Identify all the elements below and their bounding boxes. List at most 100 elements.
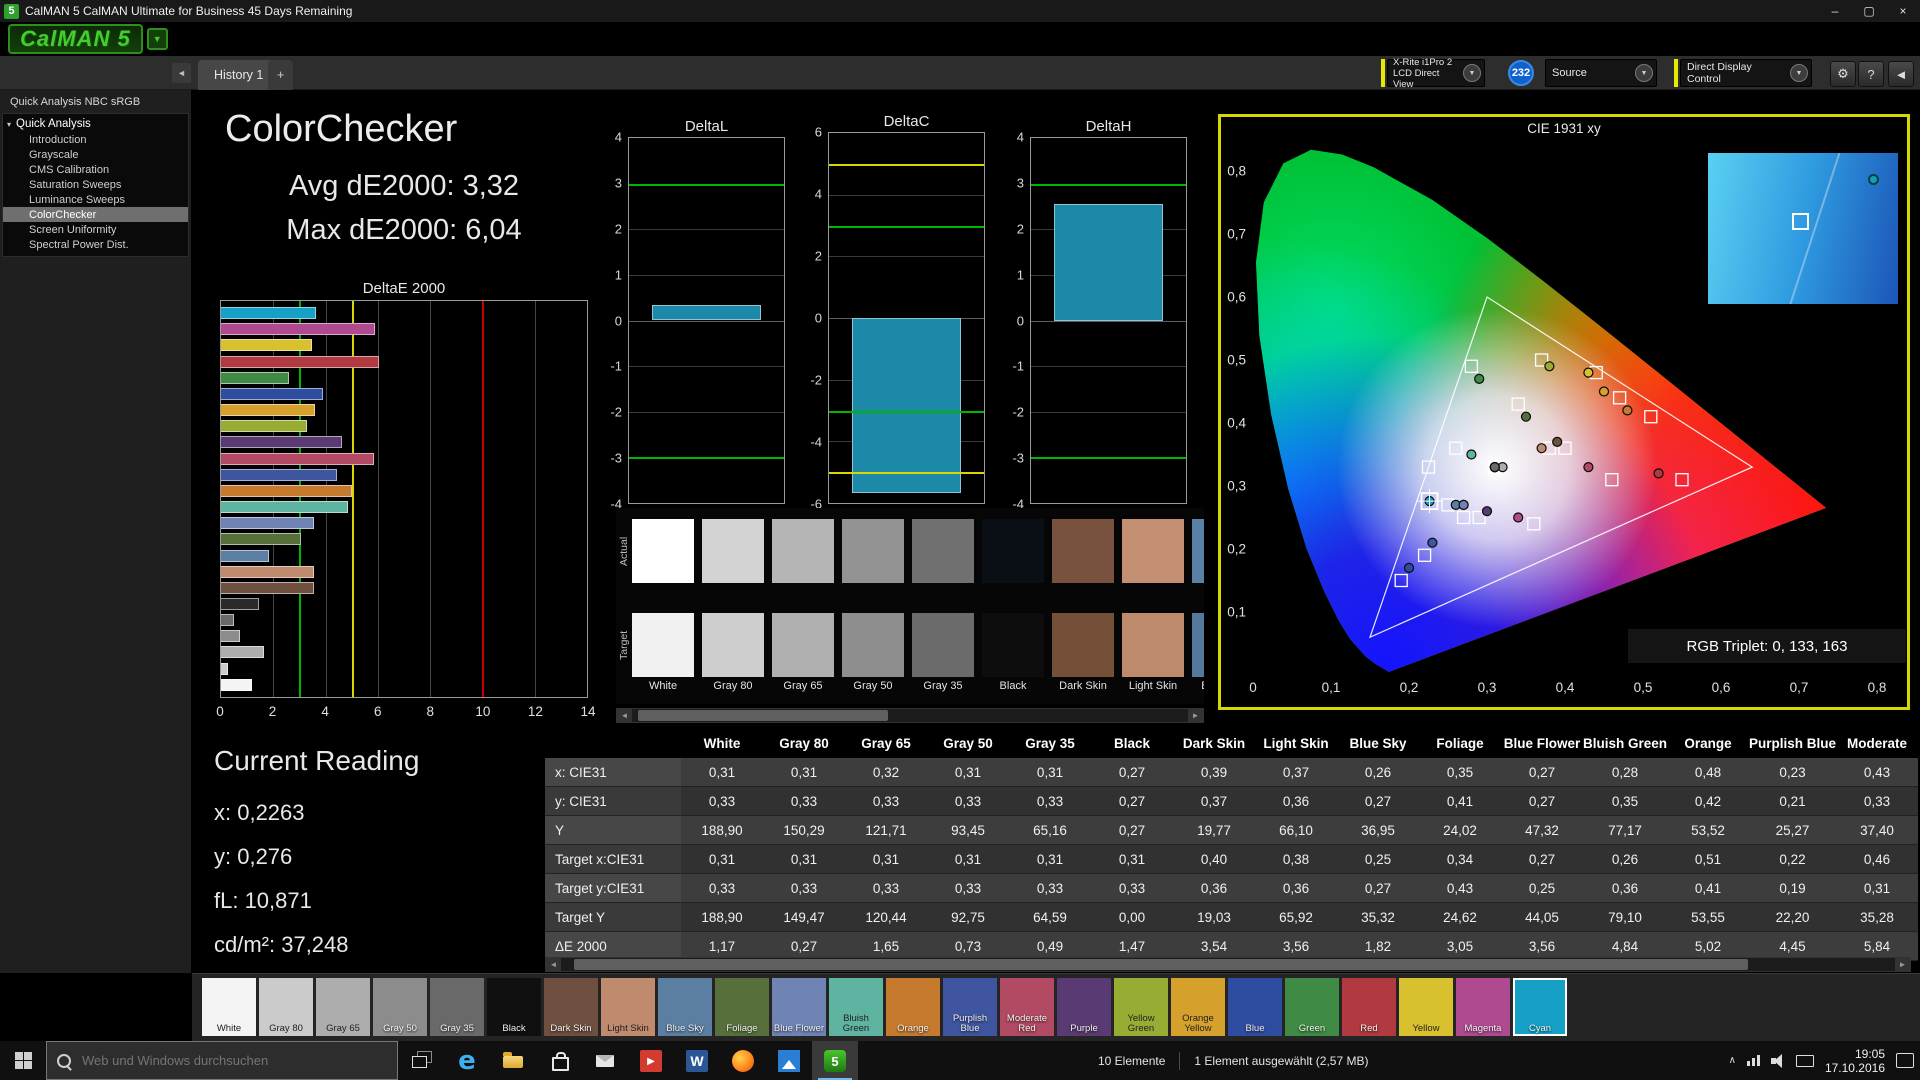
sidebar-item-saturation-sweeps[interactable]: Saturation Sweeps bbox=[3, 177, 188, 192]
source-dropdown[interactable]: Source ▼ bbox=[1545, 59, 1657, 87]
scroll-right-icon[interactable]: ► bbox=[1895, 958, 1910, 971]
strip-swatch-red[interactable]: Red bbox=[1342, 978, 1396, 1036]
search-input[interactable] bbox=[80, 1052, 374, 1069]
table-cell: 0,35 bbox=[1583, 786, 1668, 816]
sidebar-item-colorchecker[interactable]: ColorChecker bbox=[3, 207, 188, 222]
taskbar-app-file-explorer[interactable] bbox=[490, 1041, 536, 1080]
network-icon[interactable] bbox=[1746, 1055, 1760, 1066]
logo-dropdown-icon[interactable]: ▼ bbox=[146, 28, 168, 50]
taskbar-app-mail[interactable] bbox=[582, 1041, 628, 1080]
strip-swatch-cyan[interactable]: Cyan bbox=[1513, 978, 1567, 1036]
cie-xticks: 0 0,1 0,2 0,3 0,4 0,5 0,6 0,7 0,8 bbox=[1249, 680, 1886, 698]
taskbar-app-word[interactable] bbox=[674, 1041, 720, 1080]
close-button[interactable]: × bbox=[1886, 0, 1920, 22]
strip-swatch-moderate-red[interactable]: Moderate Red bbox=[1000, 978, 1054, 1036]
panel-toggle-button[interactable]: ◄ bbox=[1888, 61, 1914, 87]
deltae-bar-moderate-red bbox=[221, 452, 374, 465]
strip-swatch-magenta[interactable]: Magenta bbox=[1456, 978, 1510, 1036]
tick-label: 0 bbox=[1249, 680, 1257, 695]
meter-accent-bar bbox=[1381, 59, 1385, 87]
strip-swatch-purplish-blue[interactable]: Purplish Blue bbox=[943, 978, 997, 1036]
taskbar-app-edge[interactable] bbox=[444, 1041, 490, 1080]
strip-swatch-orange-yellow[interactable]: Orange Yellow bbox=[1171, 978, 1225, 1036]
strip-swatch-white[interactable]: White bbox=[202, 978, 256, 1036]
taskbar-app-media[interactable] bbox=[628, 1041, 674, 1080]
taskbar-app-firefox[interactable] bbox=[720, 1041, 766, 1080]
scroll-left-icon[interactable]: ◄ bbox=[617, 709, 632, 722]
sidebar-item-spectral-power-dist[interactable]: Spectral Power Dist. bbox=[3, 237, 188, 252]
minimize-button[interactable]: – bbox=[1818, 0, 1852, 22]
taskbar-app-task-view[interactable] bbox=[398, 1041, 444, 1080]
strip-swatch-blue-flower[interactable]: Blue Flower bbox=[772, 978, 826, 1036]
table-scroll-thumb[interactable] bbox=[574, 959, 1749, 970]
swatch-scroll-track[interactable] bbox=[632, 709, 1188, 722]
maximize-button[interactable]: ▢ bbox=[1852, 0, 1886, 22]
scroll-left-icon[interactable]: ◄ bbox=[546, 958, 561, 971]
calman-logo[interactable]: CalMAN 5 ▼ bbox=[8, 24, 168, 54]
add-tab-button[interactable]: + bbox=[268, 60, 294, 90]
strip-swatch-label: Gray 50 bbox=[383, 1023, 417, 1034]
chart-bar-row bbox=[221, 517, 587, 530]
sidebar-root-quick-analysis[interactable]: ▾ Quick Analysis bbox=[3, 116, 188, 132]
taskbar-clock[interactable]: 19:05 17.10.2016 bbox=[1825, 1047, 1885, 1075]
swatch-scroll-thumb[interactable] bbox=[637, 710, 888, 721]
keyboard-icon[interactable] bbox=[1795, 1054, 1814, 1067]
sidebar-item-cms-calibration[interactable]: CMS Calibration bbox=[3, 162, 188, 177]
strip-swatch-purple[interactable]: Purple bbox=[1057, 978, 1111, 1036]
reading-cdm2: cd/m²: 37,248 bbox=[214, 932, 349, 957]
cie-measured-blue-flower bbox=[1458, 499, 1469, 510]
taskbar-app-photos[interactable] bbox=[766, 1041, 812, 1080]
table-cell: 0,43 bbox=[1419, 873, 1501, 903]
table-head: White Gray 80 Gray 65 Gray 50 Gray 35 Black Da… bbox=[545, 729, 1919, 758]
taskbar-search[interactable] bbox=[46, 1041, 398, 1080]
strip-swatch-foliage[interactable]: Foliage bbox=[715, 978, 769, 1036]
start-button[interactable] bbox=[0, 1041, 46, 1080]
sidebar-item-luminance-sweeps[interactable]: Luminance Sweeps bbox=[3, 192, 188, 207]
taskbar-app-store[interactable] bbox=[536, 1041, 582, 1080]
tray-expand-icon[interactable]: ∧ bbox=[1729, 1055, 1736, 1066]
volume-icon[interactable] bbox=[1770, 1053, 1785, 1068]
taskbar-app-calman[interactable] bbox=[812, 1041, 858, 1080]
tick-label: 4 bbox=[814, 186, 822, 202]
strip-swatch-bluish-green[interactable]: Bluish Green bbox=[829, 978, 883, 1036]
settings-button[interactable]: ⚙ bbox=[1830, 61, 1856, 87]
strip-swatch-blue-sky[interactable]: Blue Sky bbox=[658, 978, 712, 1036]
table-cell: 188,90 bbox=[681, 902, 763, 932]
strip-swatch-dark-skin[interactable]: Dark Skin bbox=[544, 978, 598, 1036]
meter-dropdown[interactable]: X-Rite i1Pro 2 LCD Direct View ▼ bbox=[1387, 57, 1485, 90]
strip-swatch-orange[interactable]: Orange bbox=[886, 978, 940, 1036]
scroll-right-icon[interactable]: ► bbox=[1188, 709, 1203, 722]
strip-swatch-gray-65[interactable]: Gray 65 bbox=[316, 978, 370, 1036]
table-cell: 0,33 bbox=[845, 873, 927, 903]
deltae-bar-bluish-green bbox=[221, 501, 348, 514]
help-button[interactable]: ? bbox=[1858, 61, 1884, 87]
strip-swatch-light-skin[interactable]: Light Skin bbox=[601, 978, 655, 1036]
table-cell: 0,38 bbox=[1255, 844, 1337, 874]
tick-label: -1 bbox=[1012, 358, 1024, 374]
strip-swatch-green[interactable]: Green bbox=[1285, 978, 1339, 1036]
strip-swatch-blue[interactable]: Blue bbox=[1228, 978, 1282, 1036]
strip-swatch-black[interactable]: Black bbox=[487, 978, 541, 1036]
strip-swatch-label: Purplish Blue bbox=[952, 1013, 988, 1034]
display-control-dropdown[interactable]: Direct Display Control ▼ bbox=[1680, 59, 1812, 87]
sidebar-item-screen-uniformity[interactable]: Screen Uniformity bbox=[3, 222, 188, 237]
sidebar-item-grayscale[interactable]: Grayscale bbox=[3, 147, 188, 162]
strip-swatch-yellow[interactable]: Yellow bbox=[1399, 978, 1453, 1036]
reading-x: x: 0,2263 bbox=[214, 800, 305, 825]
notification-center-icon[interactable] bbox=[1896, 1053, 1914, 1068]
table-scroll-track[interactable] bbox=[561, 958, 1895, 971]
clock-date: 17.10.2016 bbox=[1824, 1060, 1885, 1075]
sidebar-item-introduction[interactable]: Introduction bbox=[3, 132, 188, 147]
swatch-labels: White Gray 80 Gray 65 Gray 50 Gray 35 Black Da… bbox=[632, 680, 1204, 692]
tree-expand-icon: ▾ bbox=[7, 119, 12, 129]
strip-swatch-gray-80[interactable]: Gray 80 bbox=[259, 978, 313, 1036]
table-cell: 25,27 bbox=[1749, 815, 1837, 845]
target-swatch-dark-skin bbox=[1052, 613, 1114, 677]
tick-label: 4 bbox=[321, 704, 329, 719]
sidebar-collapse-button[interactable]: ◄ bbox=[172, 63, 191, 83]
strip-swatch-yellow-green[interactable]: Yellow Green bbox=[1114, 978, 1168, 1036]
strip-swatch-gray-50[interactable]: Gray 50 bbox=[373, 978, 427, 1036]
strip-swatch-gray-35[interactable]: Gray 35 bbox=[430, 978, 484, 1036]
swatch-label: Black bbox=[999, 680, 1027, 692]
tick-label: 3 bbox=[1016, 175, 1024, 191]
